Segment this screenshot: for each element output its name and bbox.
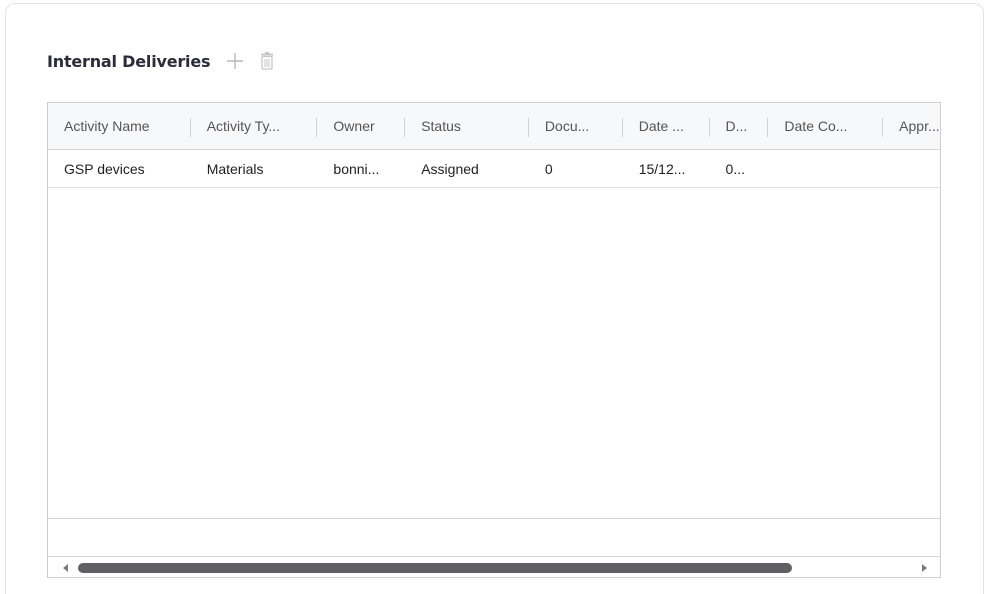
column-header-d[interactable]: D...: [710, 103, 769, 149]
cell-owner: bonni...: [333, 160, 380, 177]
cell-activity-name: GSP devices: [64, 160, 145, 177]
horizontal-scrollbar[interactable]: [48, 556, 940, 577]
cell-activity-type: Materials: [206, 160, 264, 177]
trash-icon[interactable]: [256, 50, 278, 72]
column-header-activity-name[interactable]: Activity Name: [48, 103, 191, 149]
table-header: Activity Name Activity Ty... Owner Statu…: [48, 103, 940, 150]
cell-status: Assigned: [421, 160, 479, 177]
plus-icon[interactable]: [224, 50, 246, 72]
cell-approval: [883, 150, 940, 187]
column-header-documents[interactable]: Docu...: [529, 103, 623, 149]
arrow-right-icon[interactable]: [919, 562, 929, 574]
deliveries-table: Activity Name Activity Ty... Owner Statu…: [47, 102, 941, 578]
arrow-left-icon[interactable]: [61, 562, 71, 574]
table-footer-divider: [48, 518, 940, 519]
cell-documents: 0: [544, 160, 553, 177]
column-header-status[interactable]: Status: [405, 103, 529, 149]
section-header: Internal Deliveries: [47, 49, 278, 73]
cell-date: 15/12...: [638, 160, 686, 177]
scrollbar-thumb[interactable]: [78, 563, 792, 573]
column-header-date-completed[interactable]: Date Co...: [768, 103, 884, 149]
column-header-activity-type[interactable]: Activity Ty...: [191, 103, 318, 149]
cell-date-completed: [768, 150, 883, 187]
section-title: Internal Deliveries: [47, 51, 211, 71]
column-header-date[interactable]: Date ...: [623, 103, 710, 149]
cell-d: 0...: [725, 160, 745, 177]
column-header-approval[interactable]: Appr...: [883, 103, 940, 149]
column-header-owner[interactable]: Owner: [317, 103, 406, 149]
table-row[interactable]: GSP devices Materials bonni... Assigned …: [48, 150, 940, 188]
